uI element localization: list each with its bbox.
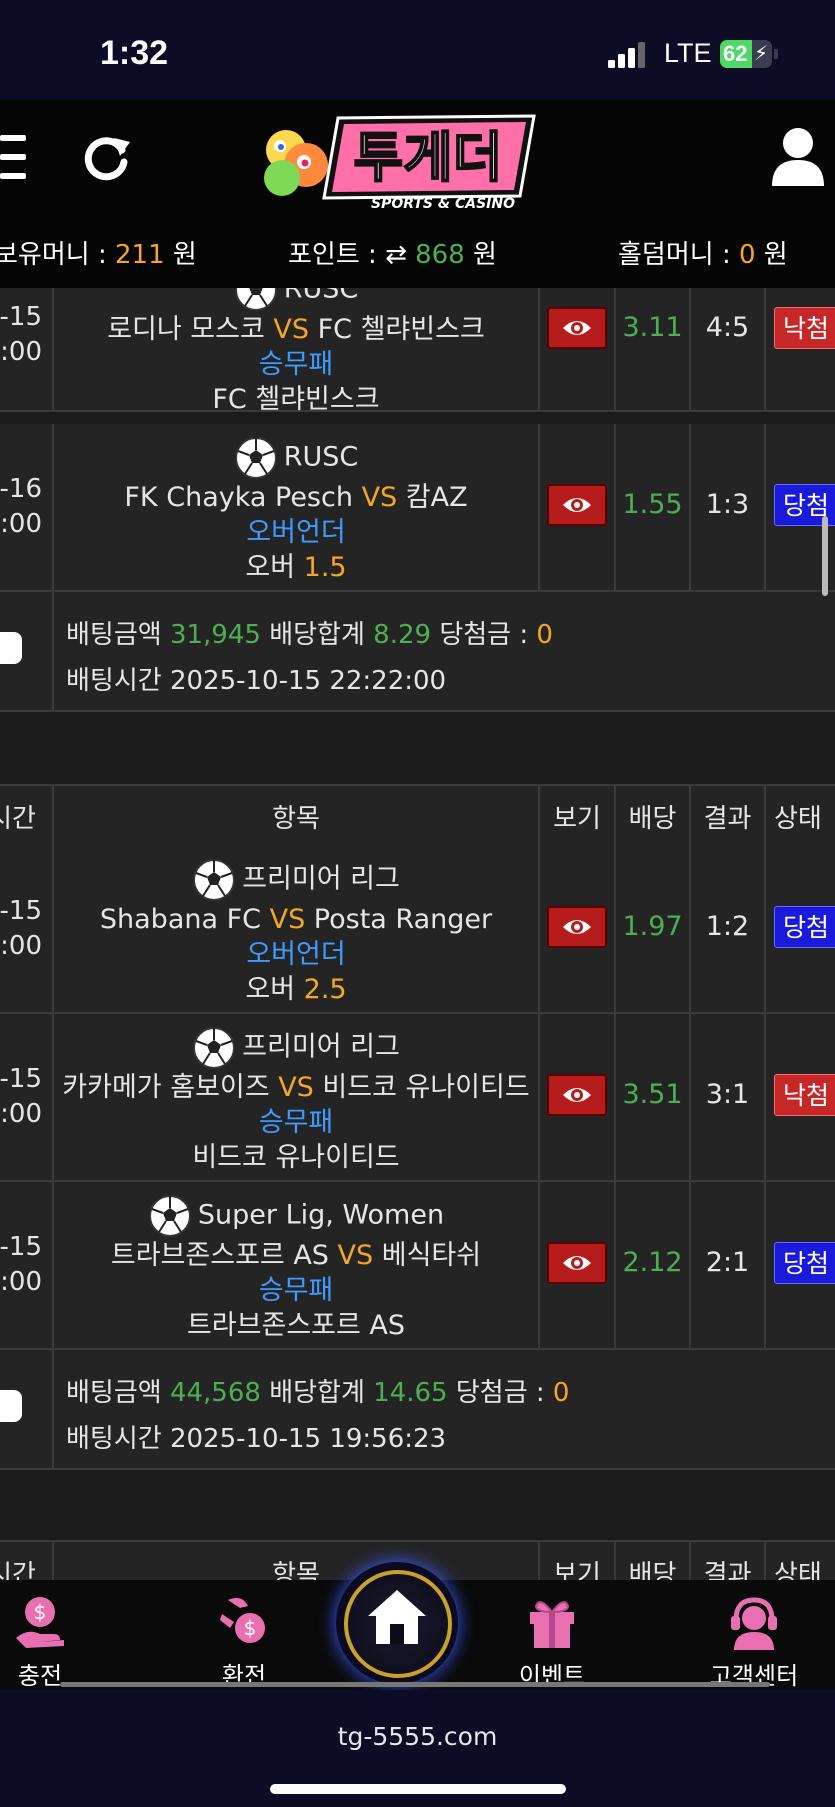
table-row: -150:00 프리미어 리그 카카메가 홈보이즈 VS 비드코 유나이티드 승… bbox=[0, 1014, 835, 1182]
bet-history-list[interactable]: -15:00 RUSC 로디나 모스코 VS FC 첼랴빈스크 승무패 FC 첼… bbox=[0, 288, 835, 1580]
view-detail-button[interactable] bbox=[547, 1074, 607, 1116]
holding-money: 보유머니 : 211 원 bbox=[0, 240, 197, 270]
status-badge: 당첨 bbox=[774, 1242, 835, 1284]
svg-text:$: $ bbox=[244, 1616, 257, 1640]
deposit-money-icon: $ bbox=[16, 1597, 64, 1648]
svg-text:$: $ bbox=[34, 1600, 47, 1624]
table-row: -150:00 프리미어 리그 Shabana FC VS Posta Rang… bbox=[0, 846, 835, 1014]
holdem-money: 홀덤머니 : 0 원 bbox=[618, 240, 788, 270]
browser-url-bar[interactable]: tg-5555.com bbox=[0, 1690, 835, 1807]
site-logo[interactable]: 투게더 SPORTS & CASINO bbox=[258, 110, 538, 210]
battery-percent: 62 bbox=[723, 41, 748, 66]
points: 포인트 : ⇄ 868 원 bbox=[288, 240, 497, 270]
headset-support-icon bbox=[731, 1597, 777, 1650]
user-profile-icon[interactable] bbox=[770, 126, 826, 186]
status-badge: 당첨 bbox=[774, 906, 835, 948]
soccer-ball-icon bbox=[148, 1195, 191, 1237]
nav-underline bbox=[60, 1682, 770, 1687]
refresh-icon[interactable] bbox=[80, 132, 132, 184]
logo-subtitle: SPORTS & CASINO bbox=[371, 196, 515, 210]
select-checkbox[interactable] bbox=[0, 632, 22, 664]
soccer-ball-icon bbox=[234, 437, 277, 479]
clock: 1:32 bbox=[100, 34, 169, 72]
select-checkbox[interactable] bbox=[0, 1390, 22, 1422]
nav-charge[interactable]: $ 충전 bbox=[0, 1580, 100, 1690]
soccer-ball-icon bbox=[193, 1027, 236, 1069]
view-detail-button[interactable] bbox=[547, 1242, 607, 1284]
view-detail-button[interactable] bbox=[547, 484, 607, 526]
eye-icon bbox=[563, 321, 591, 335]
table-header: 시간 항목 보기 배당 결과 상태 bbox=[0, 784, 835, 848]
withdraw-money-icon: $ bbox=[220, 1598, 265, 1643]
url-text[interactable]: tg-5555.com bbox=[0, 1722, 835, 1751]
soccer-ball-icon bbox=[193, 859, 236, 901]
eye-icon bbox=[563, 1088, 591, 1102]
charging-bolt-icon: ⚡ bbox=[753, 41, 768, 65]
exchange-arrows-icon: ⇄ bbox=[385, 240, 407, 270]
home-icon bbox=[368, 1590, 426, 1644]
nav-event[interactable]: 이벤트 bbox=[492, 1580, 612, 1690]
logo-text: 투게더 bbox=[353, 126, 502, 189]
status-badge: 낙첨 bbox=[774, 1074, 835, 1116]
battery-icon: 62 ⚡ bbox=[720, 40, 772, 68]
nav-exchange[interactable]: $ 환전 bbox=[184, 1580, 304, 1690]
balance-bar: 보유머니 : 211 원 포인트 : ⇄ 868 원 홀덤머니 : 0 원 bbox=[0, 220, 835, 288]
eye-icon bbox=[563, 1256, 591, 1270]
table-row: -150:00 Super Lig, Women 트라브존스포르 AS VS 베… bbox=[0, 1182, 835, 1350]
soccer-ball-icon bbox=[234, 288, 277, 311]
view-detail-button[interactable] bbox=[547, 906, 607, 948]
signal-icon bbox=[608, 42, 645, 68]
network-type: LTE bbox=[664, 38, 712, 68]
scrollbar-thumb[interactable] bbox=[822, 516, 828, 596]
table-row: -15:00 RUSC 로디나 모스코 VS FC 첼랴빈스크 승무패 FC 첼… bbox=[0, 288, 835, 415]
gift-icon bbox=[530, 1601, 574, 1648]
bet-summary: 배팅금액 31,945 배당합계 8.29 당첨금 : 0 배팅시간 2025-… bbox=[0, 592, 835, 712]
nav-support[interactable]: 고객센터 bbox=[694, 1580, 814, 1690]
eye-icon bbox=[563, 920, 591, 934]
table-row: -160:00 RUSC FK Chayka Pesch VS 캄AZ 오버언더… bbox=[0, 424, 835, 592]
status-bar: 1:32 LTE 62 ⚡ bbox=[0, 0, 835, 100]
home-indicator bbox=[270, 1784, 566, 1794]
home-button[interactable] bbox=[336, 1562, 458, 1684]
view-detail-button[interactable] bbox=[547, 307, 607, 349]
eye-icon bbox=[563, 498, 591, 512]
bet-summary: 배팅금액 44,568 배당합계 14.65 당첨금 : 0 배팅시간 2025… bbox=[0, 1350, 835, 1470]
hamburger-menu-icon[interactable] bbox=[0, 135, 26, 183]
status-badge: 낙첨 bbox=[774, 307, 835, 349]
